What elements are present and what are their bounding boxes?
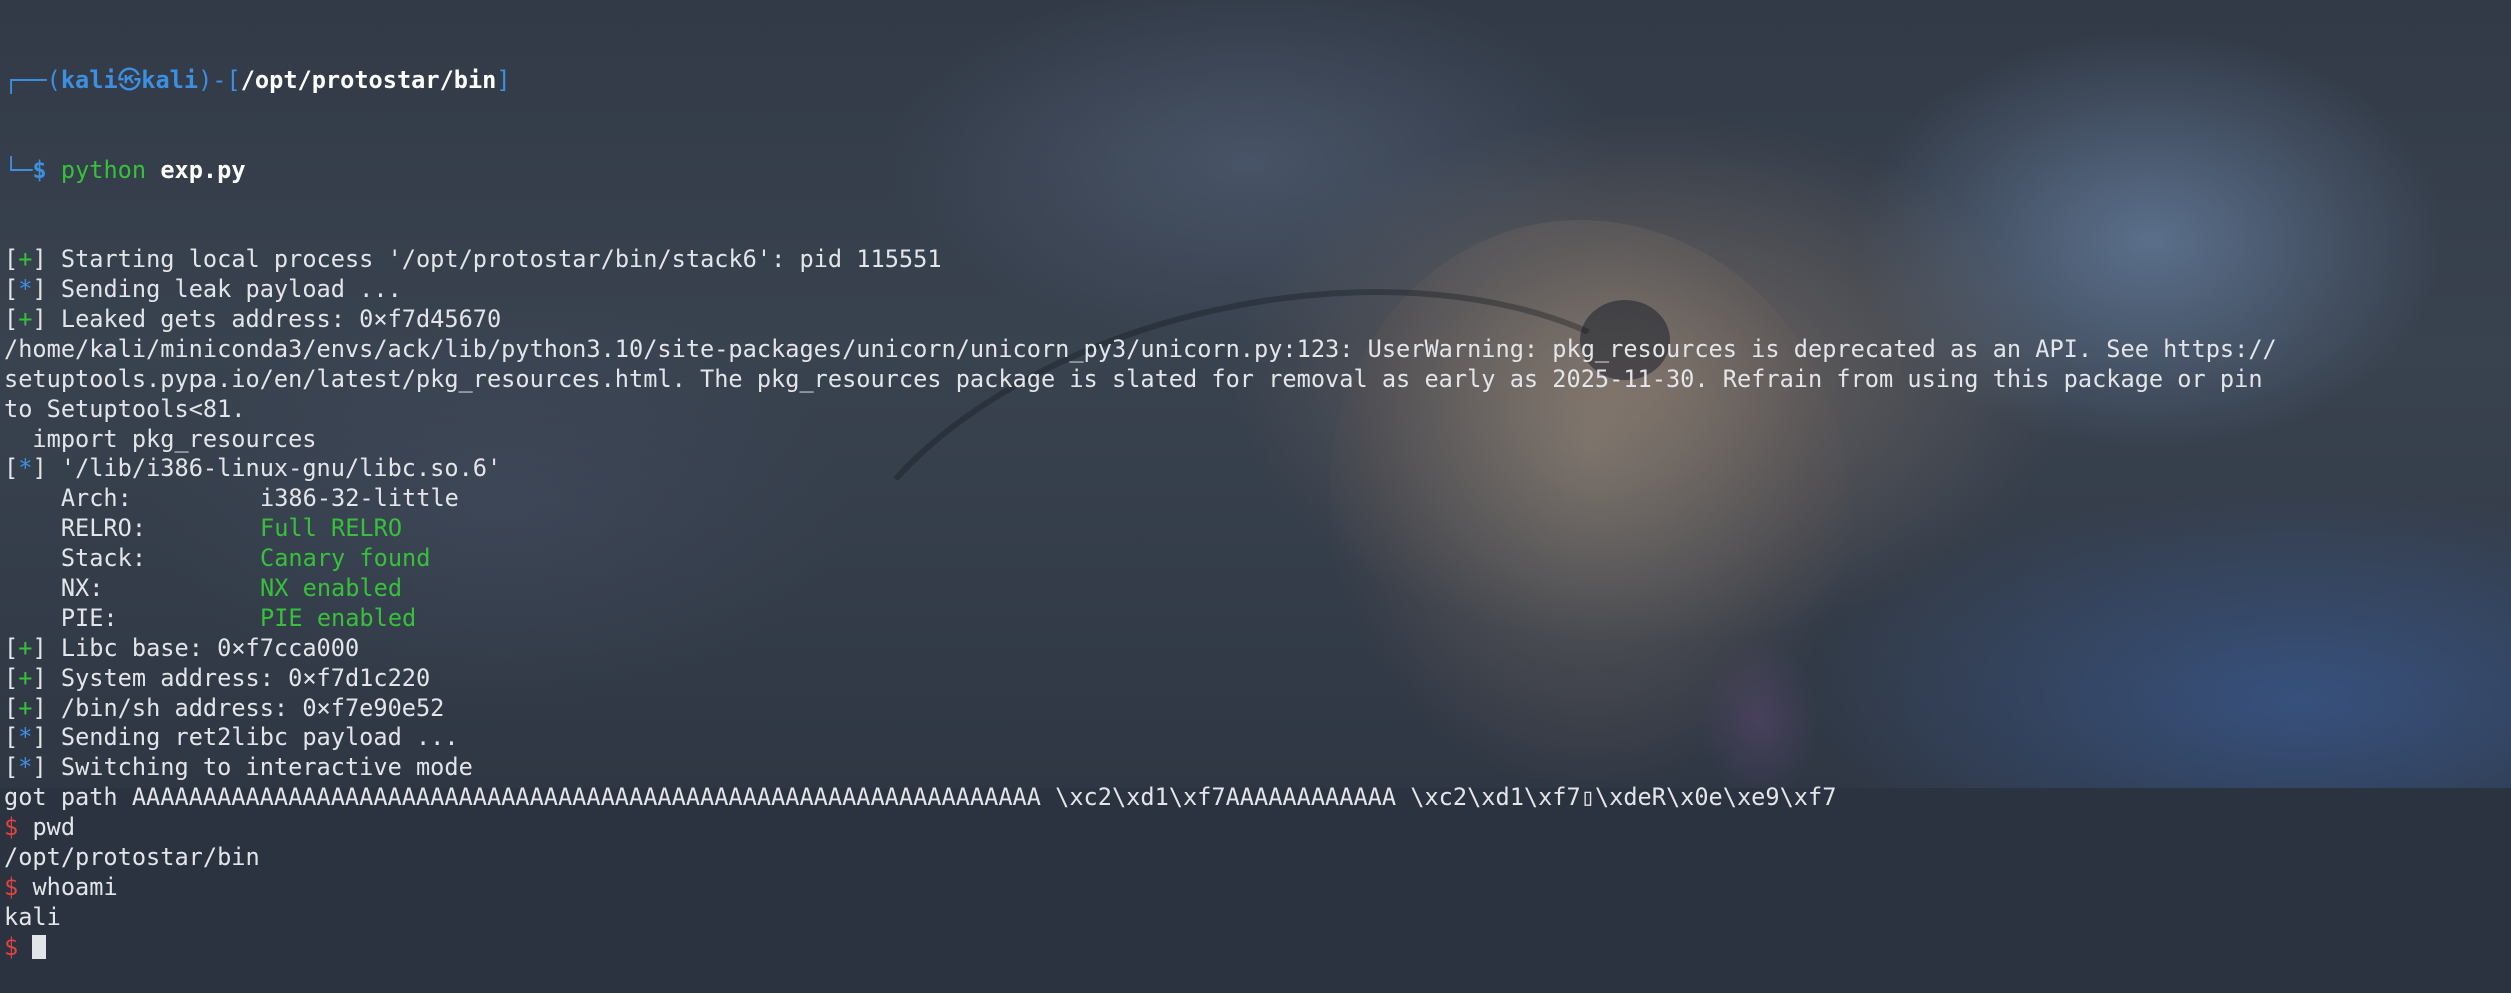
status-symbol: + bbox=[18, 305, 33, 333]
prompt-user: kali bbox=[60, 65, 118, 94]
terminal-cursor bbox=[32, 934, 47, 959]
prompt-host: kali bbox=[141, 65, 199, 94]
line-text: Switching to interactive mode bbox=[60, 753, 473, 782]
terminal-line: $ bbox=[4, 933, 2504, 963]
status-symbol: + bbox=[18, 693, 33, 722]
shell-prompt-symbol: $ bbox=[4, 813, 19, 842]
status-symbol: + bbox=[18, 633, 33, 662]
field-key: Arch: bbox=[4, 484, 132, 513]
shell-command: whoami bbox=[32, 872, 118, 901]
output-lines: [+] Starting local process '/opt/protost… bbox=[4, 245, 2504, 962]
terminal-line: setuptools.pypa.io/en/latest/pkg_resourc… bbox=[4, 365, 2504, 395]
status-symbol: * bbox=[18, 753, 33, 782]
shell-prompt-symbol: $ bbox=[4, 872, 19, 901]
field-value: i386-32-little bbox=[260, 484, 459, 513]
terminal-line: $ whoami bbox=[4, 873, 2504, 903]
terminal-line: [+] Leaked gets address: 0×f7d45670 bbox=[4, 305, 502, 333]
terminal-output[interactable]: ┌──(kali㉿kali)-[/opt/protostar/bin] └─$ … bbox=[4, 6, 2504, 993]
terminal-line: NX: NX enabled bbox=[4, 574, 2504, 604]
terminal-line: [*] Sending ret2libc payload ... bbox=[4, 723, 459, 752]
field-key: PIE: bbox=[4, 603, 118, 632]
field-value: PIE enabled bbox=[260, 603, 417, 632]
status-symbol: * bbox=[18, 454, 33, 483]
terminal-line: [*] Sending leak payload ... bbox=[4, 275, 402, 304]
field-value: Full RELRO bbox=[260, 514, 403, 543]
terminal-line: [*] '/lib/i386-linux-gnu/libc.so.6' bbox=[4, 454, 502, 483]
status-symbol: * bbox=[18, 723, 33, 752]
command-argument: exp.py bbox=[160, 155, 246, 184]
terminal-line: to Setuptools<81. bbox=[4, 395, 2504, 425]
status-symbol: * bbox=[18, 275, 33, 304]
field-value: NX enabled bbox=[260, 574, 403, 603]
prompt-corner-top: ┌──( bbox=[4, 65, 61, 94]
terminal-line: [+] /bin/sh address: 0×f7e90e52 bbox=[4, 693, 445, 722]
line-text: Sending leak payload ... bbox=[60, 275, 402, 304]
shell-prompt-symbol: $ bbox=[4, 932, 19, 961]
terminal-line: /opt/protostar/bin bbox=[4, 843, 2504, 873]
line-text: Starting local process '/opt/protostar/b… bbox=[60, 245, 942, 274]
line-text: Leaked gets address: 0×f7d45670 bbox=[60, 305, 502, 333]
terminal-line: /home/kali/miniconda3/envs/ack/lib/pytho… bbox=[4, 335, 2504, 365]
field-value: Canary found bbox=[260, 544, 431, 573]
prompt-line-2: └─$ python exp.py bbox=[4, 156, 2504, 186]
command-program: python bbox=[60, 155, 147, 184]
terminal-line: [+] System address: 0×f7d1c220 bbox=[4, 663, 431, 692]
prompt-dollar: $ bbox=[32, 155, 47, 184]
line-text: /bin/sh address: 0×f7e90e52 bbox=[60, 693, 445, 722]
terminal-line: PIE: PIE enabled bbox=[4, 604, 2504, 634]
line-text: System address: 0×f7d1c220 bbox=[60, 663, 431, 692]
terminal-line: Stack: Canary found bbox=[4, 544, 2504, 574]
terminal-line: RELRO: Full RELRO bbox=[4, 514, 2504, 544]
terminal-line: [+] Starting local process '/opt/protost… bbox=[4, 245, 942, 274]
line-text: import pkg_resources bbox=[4, 424, 317, 453]
prompt-close: ] bbox=[496, 65, 511, 94]
terminal-line: import pkg_resources bbox=[4, 425, 2504, 455]
line-text: got path AAAAAAAAAAAAAAAAAAAAAAAAAAAAAAA… bbox=[4, 783, 1837, 812]
prompt-line-1: ┌──(kali㉿kali)-[/opt/protostar/bin] bbox=[4, 66, 2504, 96]
line-text: Libc base: 0×f7cca000 bbox=[60, 633, 360, 662]
terminal-line: Arch: i386-32-little bbox=[4, 484, 2504, 514]
terminal-line: kali bbox=[4, 903, 2504, 933]
prompt-corner-bottom: └─ bbox=[4, 155, 33, 184]
shell-command: pwd bbox=[32, 813, 76, 842]
prompt-cwd: /opt/protostar/bin bbox=[240, 65, 497, 94]
prompt-at-icon: ㉿ bbox=[117, 65, 142, 94]
terminal-line: $ pwd bbox=[4, 813, 2504, 843]
terminal-line: [+] Libc base: 0×f7cca000 bbox=[4, 633, 360, 662]
field-key: RELRO: bbox=[4, 514, 147, 543]
line-text: to Setuptools<81. bbox=[4, 394, 246, 423]
line-text: kali bbox=[4, 902, 61, 931]
line-text: setuptools.pypa.io/en/latest/pkg_resourc… bbox=[4, 364, 2263, 393]
line-text: /opt/protostar/bin bbox=[4, 843, 260, 872]
line-text: /home/kali/miniconda3/envs/ack/lib/pytho… bbox=[4, 334, 2277, 363]
terminal-line: [*] Switching to interactive mode bbox=[4, 753, 473, 782]
field-key: NX: bbox=[4, 574, 104, 603]
field-key: Stack: bbox=[4, 544, 147, 573]
status-symbol: + bbox=[18, 663, 33, 692]
status-symbol: + bbox=[18, 245, 33, 274]
line-text: '/lib/i386-linux-gnu/libc.so.6' bbox=[60, 454, 502, 483]
line-text: Sending ret2libc payload ... bbox=[60, 723, 459, 752]
prompt-mid: )-[ bbox=[198, 65, 241, 94]
